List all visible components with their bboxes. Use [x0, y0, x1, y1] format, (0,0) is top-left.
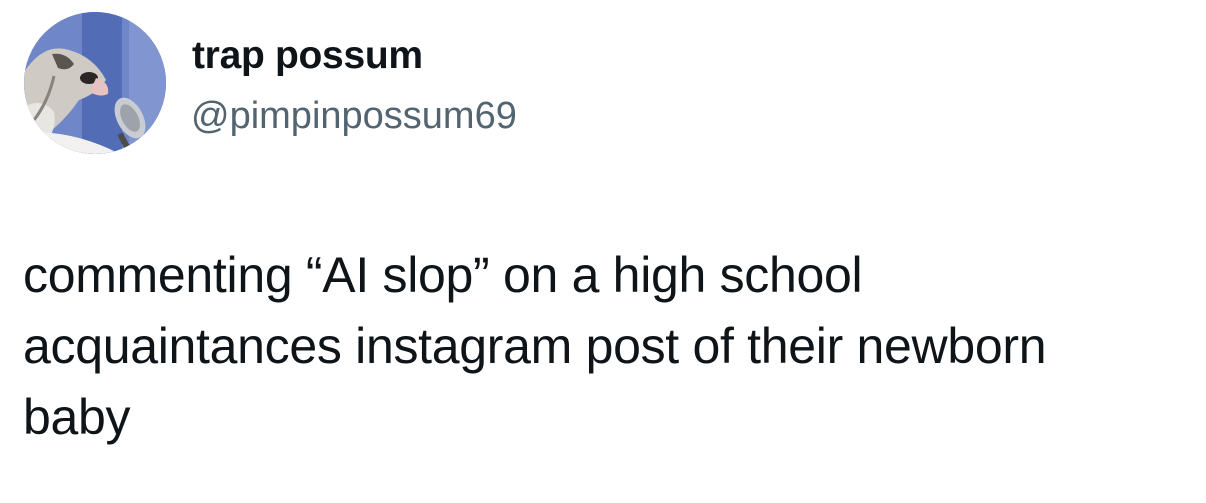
tweet-text: commenting “AI slop” on a high school ac…: [23, 247, 1047, 445]
display-name[interactable]: trap possum: [192, 33, 423, 79]
tweet-card: trap possum @pimpinpossum69 commenting “…: [0, 0, 1206, 503]
user-handle[interactable]: @pimpinpossum69: [191, 93, 517, 139]
possum-avatar-icon: [24, 12, 166, 154]
avatar[interactable]: [24, 12, 166, 154]
